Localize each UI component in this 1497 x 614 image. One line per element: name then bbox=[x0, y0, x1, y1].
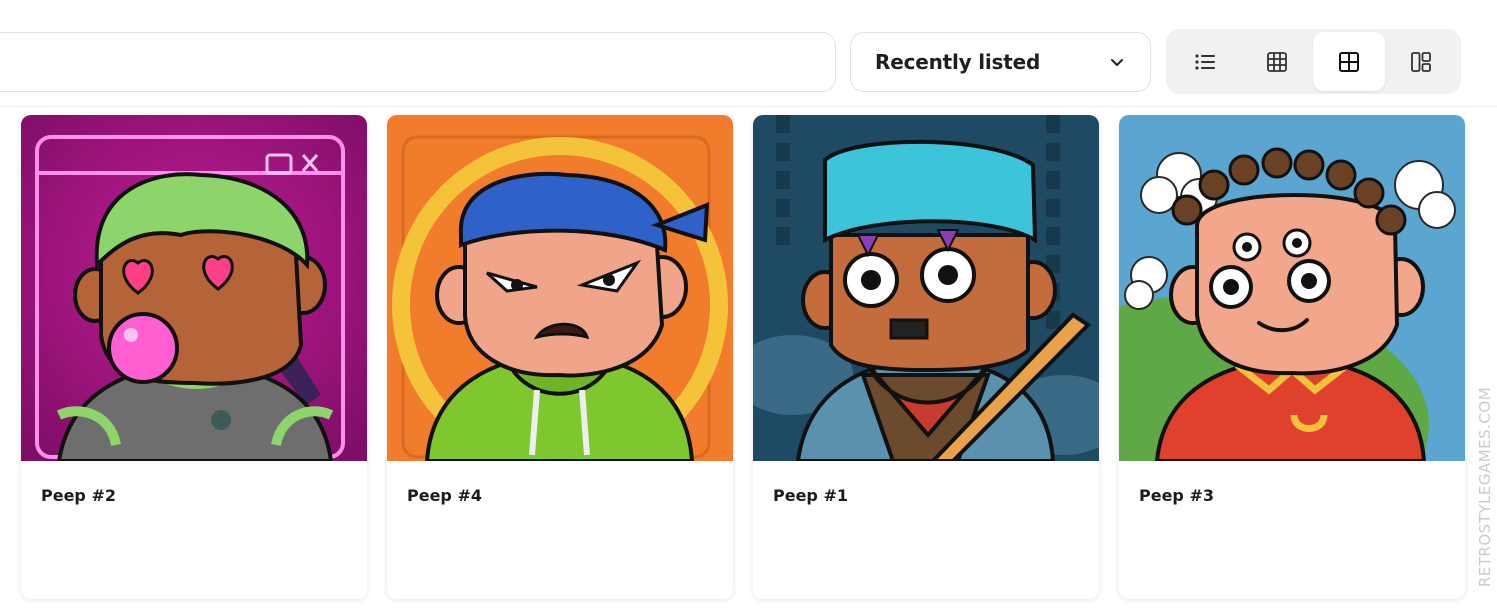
list-view-button[interactable] bbox=[1169, 32, 1241, 91]
nft-image bbox=[21, 115, 367, 461]
nft-image bbox=[753, 115, 1099, 461]
large-grid-icon bbox=[1339, 51, 1359, 72]
masonry-grid-view-button[interactable] bbox=[1385, 32, 1457, 91]
peep-avatar-image bbox=[21, 115, 367, 461]
card-title: Peep #2 bbox=[41, 486, 116, 505]
nft-image bbox=[1119, 115, 1465, 461]
card-title: Peep #1 bbox=[773, 486, 848, 505]
toolbar: Recently listed bbox=[0, 0, 1497, 107]
large-grid-view-button[interactable] bbox=[1313, 32, 1385, 91]
nft-image bbox=[387, 115, 733, 461]
watermark-text: RETROSTYLEGAMES.COM bbox=[1476, 386, 1494, 588]
watermark: RETROSTYLEGAMES.COM bbox=[1475, 364, 1495, 610]
card-title: Peep #4 bbox=[407, 486, 482, 505]
peep-avatar-image bbox=[387, 115, 733, 461]
list-view-icon bbox=[1195, 53, 1215, 70]
peep-avatar-image bbox=[1119, 115, 1465, 461]
peep-avatar-image bbox=[753, 115, 1099, 461]
search-box[interactable] bbox=[0, 32, 836, 92]
sort-dropdown[interactable]: Recently listed bbox=[850, 32, 1151, 92]
view-mode-toggle bbox=[1166, 29, 1461, 94]
chevron-down-icon bbox=[1111, 59, 1123, 66]
nft-card[interactable]: Peep #4 bbox=[387, 115, 733, 599]
nft-card[interactable]: Peep #1 bbox=[753, 115, 1099, 599]
card-title: Peep #3 bbox=[1139, 486, 1214, 505]
small-grid-icon bbox=[1267, 51, 1287, 72]
nft-card[interactable]: Peep #3 bbox=[1119, 115, 1465, 599]
masonry-grid-icon bbox=[1411, 51, 1431, 72]
sort-selected-label: Recently listed bbox=[875, 50, 1041, 74]
nft-card-grid: Peep #2 Peep #4 Peep #1 Peep #3 bbox=[21, 115, 1465, 599]
small-grid-view-button[interactable] bbox=[1241, 32, 1313, 91]
nft-card[interactable]: Peep #2 bbox=[21, 115, 367, 599]
search-input[interactable] bbox=[0, 33, 835, 91]
